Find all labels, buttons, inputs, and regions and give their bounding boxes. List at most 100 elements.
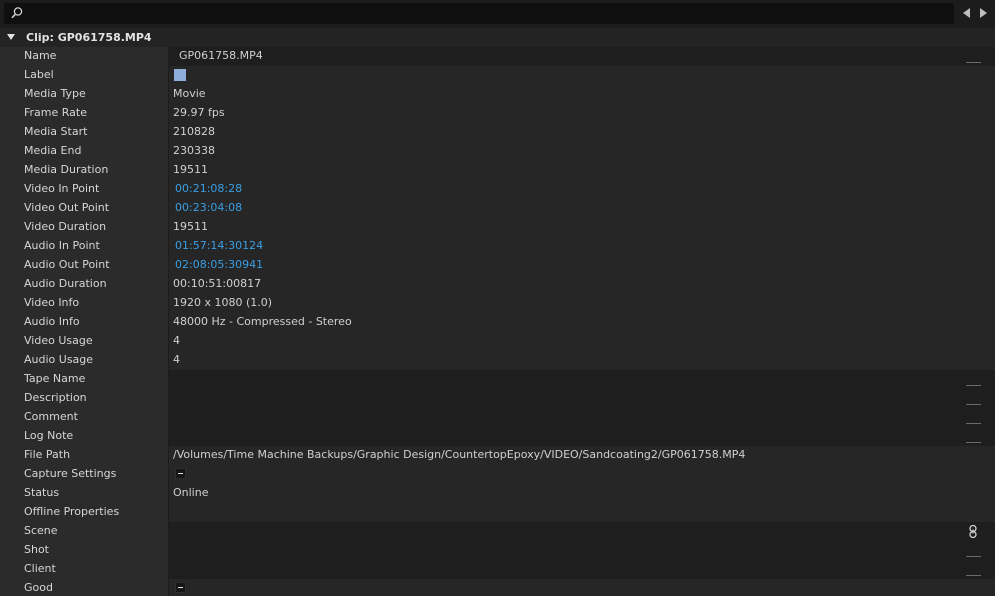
- property-label: Name: [0, 47, 169, 66]
- property-row-audio-usage: Audio Usage 4: [0, 351, 995, 370]
- property-label: Status: [0, 484, 169, 503]
- property-row-audio-out-point: Audio Out Point 02:08:05:30941: [0, 256, 995, 275]
- field-resize-handle[interactable]: [965, 372, 983, 387]
- search-input[interactable]: [4, 3, 954, 24]
- scene-field[interactable]: [169, 522, 995, 541]
- tape-name-field[interactable]: [169, 370, 995, 389]
- property-row-name: Name GP061758.MP4: [0, 47, 995, 66]
- property-value: 230338: [169, 142, 995, 161]
- property-label: Shot: [0, 541, 169, 560]
- property-value: 1920 x 1080 (1.0): [169, 294, 995, 313]
- video-in-point-timecode[interactable]: 00:21:08:28: [169, 180, 995, 199]
- property-row-audio-duration: Audio Duration 00:10:51:00817: [0, 275, 995, 294]
- property-label: Description: [0, 389, 169, 408]
- client-field[interactable]: [169, 560, 995, 579]
- properties-list: Name GP061758.MP4 Label Media Type Movie…: [0, 47, 995, 596]
- property-value: 19511: [169, 218, 995, 237]
- capture-settings-toggle[interactable]: [175, 468, 186, 479]
- field-resize-handle[interactable]: [965, 410, 983, 425]
- section-title: Clip: GP061758.MP4: [26, 31, 152, 44]
- property-label: Audio Out Point: [0, 256, 169, 275]
- property-label: Audio Usage: [0, 351, 169, 370]
- property-value: 4: [169, 351, 995, 370]
- link-icon[interactable]: [966, 524, 980, 539]
- property-value: 48000 Hz - Compressed - Stereo: [169, 313, 995, 332]
- property-label: Scene: [0, 522, 169, 541]
- property-row-audio-info: Audio Info 48000 Hz - Compressed - Stere…: [0, 313, 995, 332]
- file-path-value: /Volumes/Time Machine Backups/Graphic De…: [169, 446, 995, 465]
- clip-section-header[interactable]: Clip: GP061758.MP4: [0, 28, 995, 47]
- property-row-status: Status Online: [0, 484, 995, 503]
- property-value: [169, 503, 995, 522]
- property-row-media-type: Media Type Movie: [0, 85, 995, 104]
- triangle-left-icon[interactable]: [960, 6, 974, 20]
- property-label: Media Duration: [0, 161, 169, 180]
- property-row-capture-settings: Capture Settings: [0, 465, 995, 484]
- property-value: 4: [169, 332, 995, 351]
- good-value: [169, 579, 995, 596]
- property-row-video-in-point: Video In Point 00:21:08:28: [0, 180, 995, 199]
- property-label: File Path: [0, 446, 169, 465]
- audio-out-point-timecode[interactable]: 02:08:05:30941: [169, 256, 995, 275]
- property-label: Frame Rate: [0, 104, 169, 123]
- video-out-point-timecode[interactable]: 00:23:04:08: [169, 199, 995, 218]
- property-label: Video Info: [0, 294, 169, 313]
- label-value: [169, 66, 995, 85]
- search-icon: [11, 7, 23, 19]
- field-resize-handle[interactable]: [965, 429, 983, 444]
- disclosure-triangle-down-icon[interactable]: [6, 32, 16, 42]
- property-row-comment: Comment: [0, 408, 995, 427]
- good-toggle[interactable]: [175, 582, 186, 593]
- field-resize-handle[interactable]: [965, 562, 983, 577]
- status-value: Online: [169, 484, 995, 503]
- comment-field[interactable]: [169, 408, 995, 427]
- property-row-media-start: Media Start 210828: [0, 123, 995, 142]
- property-row-audio-in-point: Audio In Point 01:57:14:30124: [0, 237, 995, 256]
- property-label: Capture Settings: [0, 465, 169, 484]
- property-value: 19511: [169, 161, 995, 180]
- property-row-video-info: Video Info 1920 x 1080 (1.0): [0, 294, 995, 313]
- property-label: Audio In Point: [0, 237, 169, 256]
- capture-settings-value: [169, 465, 995, 484]
- property-row-label: Label: [0, 66, 995, 85]
- log-note-field[interactable]: [169, 427, 995, 446]
- property-row-media-duration: Media Duration 19511: [0, 161, 995, 180]
- property-row-log-note: Log Note: [0, 427, 995, 446]
- property-row-offline-properties: Offline Properties: [0, 503, 995, 522]
- field-resize-handle[interactable]: [965, 49, 983, 64]
- property-label: Offline Properties: [0, 503, 169, 522]
- shot-field[interactable]: [169, 541, 995, 560]
- property-label: Audio Info: [0, 313, 169, 332]
- field-resize-handle[interactable]: [965, 543, 983, 558]
- property-label: Media Start: [0, 123, 169, 142]
- property-label: Video In Point: [0, 180, 169, 199]
- property-row-scene: Scene: [0, 522, 995, 541]
- property-row-shot: Shot: [0, 541, 995, 560]
- property-label: Tape Name: [0, 370, 169, 389]
- property-label: Log Note: [0, 427, 169, 446]
- top-toolbar: [0, 0, 995, 28]
- property-label: Label: [0, 66, 169, 85]
- field-resize-handle[interactable]: [965, 391, 983, 406]
- property-row-description: Description: [0, 389, 995, 408]
- property-label: Client: [0, 560, 169, 579]
- property-row-video-duration: Video Duration 19511: [0, 218, 995, 237]
- property-row-file-path: File Path /Volumes/Time Machine Backups/…: [0, 446, 995, 465]
- audio-in-point-timecode[interactable]: 01:57:14:30124: [169, 237, 995, 256]
- property-row-good: Good: [0, 579, 995, 596]
- property-value: 210828: [169, 123, 995, 142]
- label-color-swatch[interactable]: [174, 69, 186, 81]
- name-field[interactable]: GP061758.MP4: [169, 47, 995, 66]
- property-row-video-usage: Video Usage 4: [0, 332, 995, 351]
- description-field[interactable]: [169, 389, 995, 408]
- property-row-tape-name: Tape Name: [0, 370, 995, 389]
- property-value: Movie: [169, 85, 995, 104]
- property-label: Comment: [0, 408, 169, 427]
- property-label: Video Usage: [0, 332, 169, 351]
- property-label: Audio Duration: [0, 275, 169, 294]
- property-row-frame-rate: Frame Rate 29.97 fps: [0, 104, 995, 123]
- property-label: Good: [0, 579, 169, 596]
- triangle-right-icon[interactable]: [976, 6, 990, 20]
- property-row-media-end: Media End 230338: [0, 142, 995, 161]
- property-label: Video Out Point: [0, 199, 169, 218]
